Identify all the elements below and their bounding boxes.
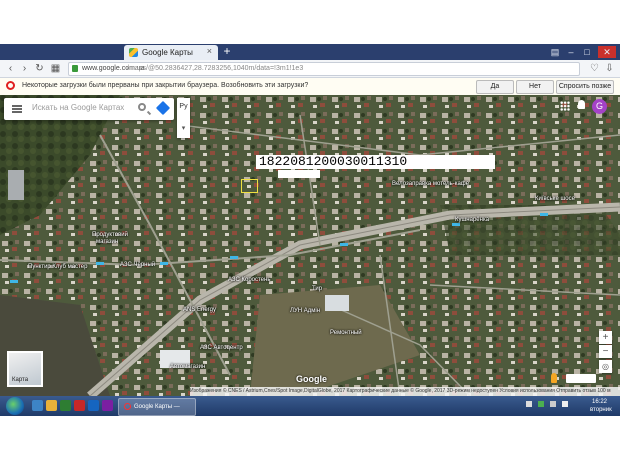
reload-icon[interactable]: ↻ (33, 60, 46, 77)
map-marker (96, 262, 104, 265)
media-icon[interactable] (60, 400, 71, 411)
google-apps-icon[interactable] (560, 101, 570, 111)
chevron-down-icon[interactable]: ▾ (177, 124, 190, 132)
tray-icon[interactable] (538, 401, 544, 407)
map-marker (540, 213, 548, 216)
search-input[interactable]: Искать на Google Картах (32, 103, 124, 112)
lock-icon (72, 65, 78, 72)
pegman-icon[interactable] (551, 373, 557, 383)
ask-later-button[interactable]: Спросить позже (556, 80, 614, 94)
start-button-icon[interactable] (6, 397, 24, 415)
map-label[interactable]: ЛУН Адмін (290, 308, 320, 314)
map-search-box[interactable]: Искать на Google Картах (4, 98, 174, 120)
cadastral-label-underline (278, 170, 320, 178)
resume-no-button[interactable]: Нет (516, 80, 554, 94)
map-label[interactable]: Ремонтный (330, 330, 362, 336)
language-selector[interactable]: Ру ▾ (177, 98, 190, 138)
minimize-button[interactable]: – (564, 46, 578, 58)
map-label[interactable]: Продуктовий (92, 232, 128, 238)
volume-icon[interactable] (562, 401, 568, 407)
search-icon[interactable] (138, 103, 146, 111)
opera-logo-icon (6, 81, 15, 90)
tray-icon[interactable] (526, 401, 532, 407)
my-location-icon[interactable]: ◎ (599, 360, 612, 373)
map-marker (452, 223, 460, 226)
map-marker (10, 280, 18, 283)
map-label[interactable]: Київське шосе (535, 196, 575, 202)
heart-icon[interactable]: ♡ (588, 60, 601, 77)
top-blank-strip (0, 0, 620, 44)
taskbar-opera-window[interactable]: Google Карты — Opera (118, 398, 196, 426)
map-building (8, 170, 24, 200)
speed-dial-icon[interactable]: ▦ (49, 60, 62, 77)
map-marker (230, 256, 238, 259)
ie-icon[interactable] (32, 400, 43, 411)
map-marker (160, 262, 168, 265)
map-label[interactable]: АЗС Автоцентр (200, 345, 243, 351)
folder-icon[interactable] (46, 400, 57, 411)
tab-bar (0, 44, 620, 60)
tab-menu-icon[interactable]: ▤ (548, 46, 562, 58)
map-label[interactable]: АЗС Коростень (228, 277, 270, 283)
map-marker (340, 243, 348, 246)
google-maps-favicon-icon (129, 48, 138, 57)
network-icon[interactable] (550, 401, 556, 407)
map-label[interactable]: АЗС Чёрный (120, 262, 155, 268)
map-label[interactable]: ANS Energy (183, 307, 216, 313)
url-field[interactable]: www.google.com.ua /maps/@50.2836427,28.7… (68, 62, 580, 76)
opera-icon (124, 402, 131, 410)
tab-close-icon[interactable]: × (207, 46, 212, 56)
system-tray: 16:22 вторник (520, 398, 620, 414)
map-label[interactable]: Пунктир Клуб мастер (28, 264, 87, 270)
notification-text: Некоторые загрузки были прерваны при зак… (22, 82, 309, 89)
back-arrow-icon[interactable]: ‹ (4, 60, 17, 77)
app-icon[interactable] (74, 400, 85, 411)
map-label[interactable]: Кушнарёнка (455, 217, 489, 223)
url-path: /maps/@50.2836427,28.7283256,1040m/data=… (127, 65, 304, 72)
resume-yes-button[interactable]: Да (476, 80, 514, 94)
close-window-button[interactable]: ✕ (598, 46, 616, 58)
map-type-label: Карта (12, 377, 29, 383)
clock-day[interactable]: вторник (590, 407, 612, 413)
zoom-out-button[interactable]: − (599, 345, 612, 358)
app-icon[interactable] (102, 400, 113, 411)
bottom-blank-strip (0, 416, 620, 460)
map-type-thumbnail[interactable]: Карта (7, 351, 43, 387)
download-icon[interactable]: ⇩ (603, 60, 616, 77)
tab-title: Google Карты (142, 48, 193, 57)
hamburger-menu-icon[interactable] (12, 105, 22, 113)
map-toggle-icons[interactable] (566, 374, 596, 383)
tab-google-maps[interactable]: Google Карты × (124, 45, 218, 60)
forward-arrow-icon[interactable]: › (18, 60, 31, 77)
new-tab-button[interactable]: + (220, 44, 234, 60)
zoom-in-button[interactable]: + (599, 331, 612, 344)
map-attribution-footer: Изображения © CNES / Astrium,Cnes/Spot I… (190, 387, 620, 396)
maximize-button[interactable]: □ (580, 46, 594, 58)
app-icon[interactable] (88, 400, 99, 411)
map-label[interactable]: Автомагазин (170, 364, 205, 370)
directions-icon[interactable] (155, 100, 171, 116)
map-label[interactable]: Велозаправка мотель-кафе (392, 181, 469, 187)
map-building (325, 295, 349, 311)
parcel-outline (241, 179, 258, 193)
satellite-map[interactable] (0, 95, 620, 396)
language-label: Ру (179, 103, 188, 110)
clock-time[interactable]: 16:22 (592, 399, 607, 405)
avatar[interactable]: G (592, 99, 607, 114)
cadastral-number-label: 1822081200030011310 (256, 155, 495, 169)
map-label[interactable]: Тир (312, 286, 322, 292)
notifications-bell-icon[interactable] (578, 100, 585, 109)
map-label[interactable]: магазин (96, 239, 118, 245)
google-logo: Google (296, 374, 327, 384)
